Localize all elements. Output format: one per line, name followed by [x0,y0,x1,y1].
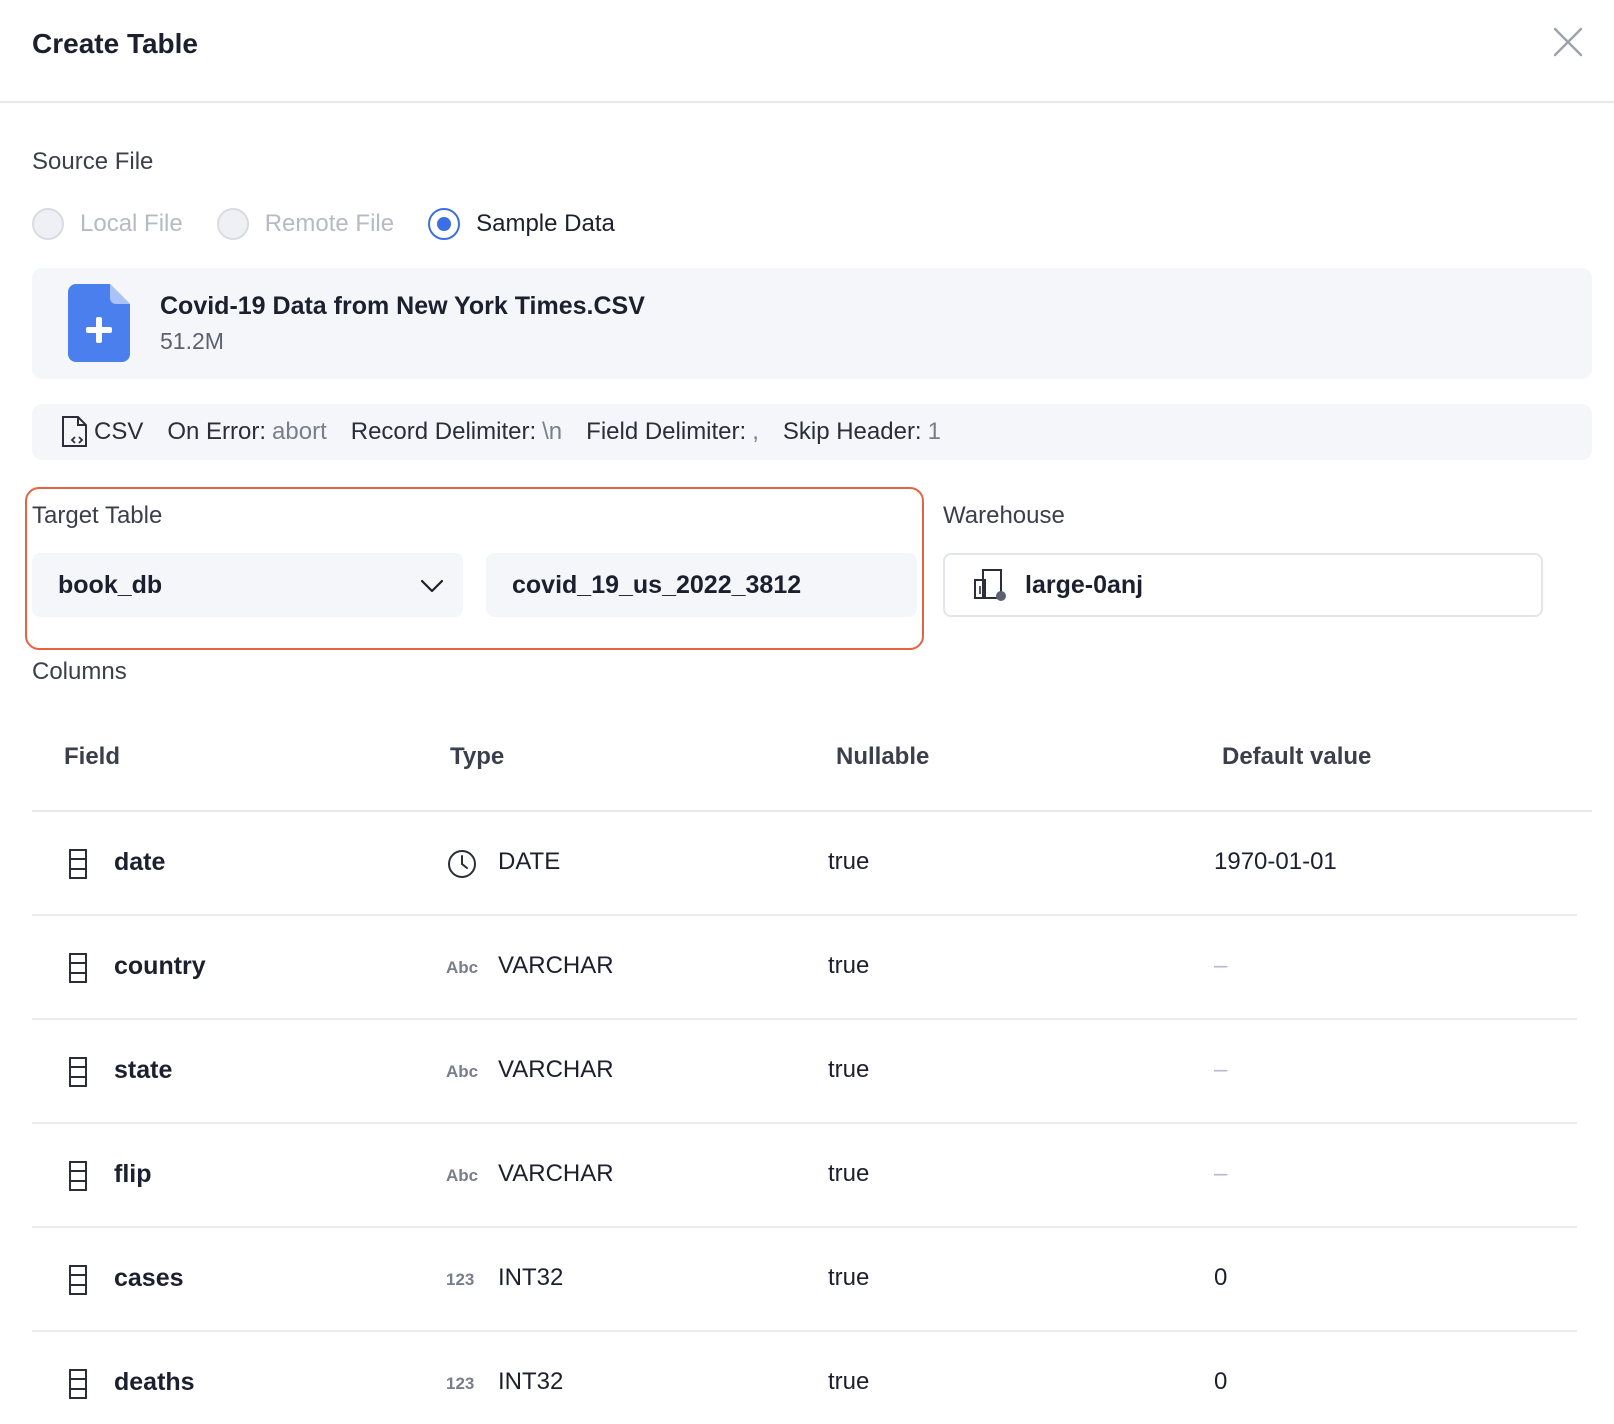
column-header-type: Type [450,743,505,770]
format-options-bar: CSV On Error: abort Record Delimiter: \n… [32,404,1592,460]
format-option: CSV [60,416,143,448]
type-text-icon: Abc [446,1062,479,1081]
source-radio-group: Local File Remote File Sample Data [32,206,649,242]
field-type: VARCHAR [498,952,614,979]
file-name: Covid-19 Data from New York Times.CSV [160,292,645,320]
skip-header-label: Skip Header: [782,418,922,445]
field-type: VARCHAR [498,1160,614,1187]
table-row[interactable]: cases 123 INT32 true 0 [32,1228,1577,1332]
radio-circle [428,208,461,240]
column-field-icon [68,1368,88,1400]
field-delimiter-option: Field Delimiter: , [586,418,759,446]
warehouse-label: Warehouse [943,502,1065,529]
format-value: CSV [94,418,144,445]
column-header-nullable: Nullable [836,743,930,770]
radio-sample-data[interactable]: Sample Data [428,208,615,240]
field-name: date [114,848,166,876]
field-nullable: true [828,1056,870,1083]
file-size: 51.2M [160,328,224,354]
database-select[interactable]: book_db [32,553,463,617]
on-error-label: On Error: [167,418,267,445]
field-nullable: true [828,848,870,875]
table-row[interactable]: flip Abc VARCHAR true – [32,1124,1577,1228]
dialog-title: Create Table [32,28,198,59]
clock-icon [446,848,482,880]
column-header-field: Field [64,743,121,770]
record-delimiter-option: Record Delimiter: \n [351,418,562,446]
field-name: state [114,1056,173,1084]
file-add-icon [68,284,130,362]
radio-local-file[interactable]: Local File [32,208,183,240]
skip-header-value: 1 [927,418,941,445]
column-field-icon [68,848,88,880]
column-field-icon [68,1264,88,1296]
column-field-icon [68,1056,88,1088]
record-delimiter-value: \n [542,418,563,445]
field-nullable: true [828,1160,870,1187]
field-nullable: true [828,1264,870,1291]
column-field-icon [68,1160,88,1192]
field-type: VARCHAR [498,1056,614,1083]
type-text-icon: Abc [446,1166,479,1185]
table-row[interactable]: date DATE true 1970-01-01 [32,812,1577,916]
field-name: flip [114,1160,152,1188]
field-nullable: true [828,952,870,979]
csv-file-icon [62,416,87,447]
database-value: book_db [58,570,163,599]
warehouse-value: large-0anj [1025,570,1144,599]
table-row[interactable]: deaths 123 INT32 true 0 [32,1332,1577,1424]
on-error-value: abort [272,418,327,445]
radio-label: Remote File [264,210,395,237]
warehouse-icon [974,569,1006,601]
type-number-icon: 123 [446,1374,475,1393]
radio-label: Local File [80,210,183,237]
field-default: 0 [1214,1368,1228,1395]
radio-circle [32,208,64,240]
table-row[interactable]: country Abc VARCHAR true – [32,916,1577,1020]
field-type: INT32 [498,1264,564,1291]
dialog-header: Create Table [0,0,1614,103]
skip-header-option: Skip Header: 1 [783,418,941,446]
field-default: – [1214,1056,1228,1083]
chevron-down-icon [420,579,444,593]
radio-label: Sample Data [476,210,615,237]
field-default: 1970-01-01 [1214,848,1337,875]
record-delimiter-label: Record Delimiter: [350,418,537,445]
field-name: deaths [114,1368,195,1396]
field-name: country [114,952,206,980]
type-number-icon: 123 [446,1270,475,1289]
type-text-icon: Abc [446,958,479,977]
table-name-input[interactable] [486,553,917,617]
field-default: – [1214,952,1228,979]
warehouse-select[interactable]: large-0anj [943,553,1543,617]
field-delimiter-label: Field Delimiter: [586,418,747,445]
field-nullable: true [828,1368,870,1395]
field-default: – [1214,1160,1228,1187]
field-type: INT32 [498,1368,564,1395]
source-file-label: Source File [32,148,154,175]
on-error-option: On Error: abort [167,418,326,446]
file-card: Covid-19 Data from New York Times.CSV 51… [32,268,1592,379]
close-icon[interactable] [1552,26,1584,58]
field-default: 0 [1214,1264,1228,1291]
field-name: cases [114,1264,184,1292]
radio-remote-file[interactable]: Remote File [216,208,395,240]
columns-label: Columns [32,658,127,685]
field-delimiter-value: , [752,418,759,445]
field-type: DATE [498,848,561,875]
column-field-icon [68,952,88,984]
target-table-label: Target Table [32,502,163,529]
table-row[interactable]: state Abc VARCHAR true – [32,1020,1577,1124]
column-header-default: Default value [1222,743,1372,770]
radio-circle [216,208,249,240]
